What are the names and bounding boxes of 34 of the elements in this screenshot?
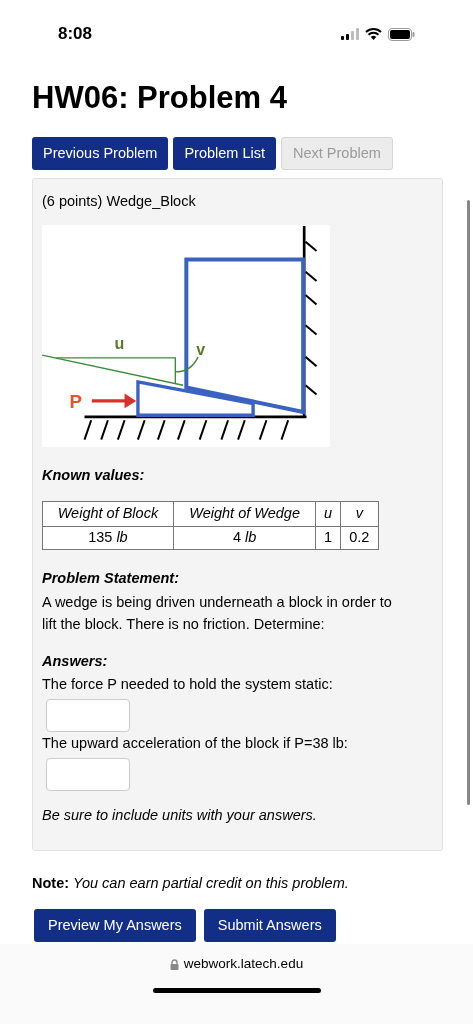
submit-action-button[interactable]: Preview My Answers [34,909,196,942]
table-header-cell: u [315,501,341,526]
table-header-cell: v [340,501,379,526]
table-cell: 4 lb [173,526,316,549]
partial-credit-note: Note: You can earn partial credit on this problem. [32,874,350,894]
table-cell: 1 [315,526,341,549]
arrow-icon [91,393,137,409]
known-values-heading: Known values: [42,465,146,485]
table-cell: 135 lb [42,526,174,549]
statement-heading: Problem Statement: [42,568,180,588]
lock-icon [169,958,179,970]
p-label: P [69,390,82,412]
problem-header: (6 points) Wedge_Block [42,192,197,211]
table-cell: 0.2 [340,526,379,549]
url-text: webwork.latech.edu [183,955,304,973]
u-label: u [114,333,125,352]
answers-heading: Answers: [42,652,109,672]
wifi-icon [365,28,382,40]
table-header-cell: Weight of Wedge [173,501,316,526]
nav-button[interactable]: Previous Problem [32,137,169,170]
question-label: The force P needed to hold the system static: [42,675,334,694]
battery-icon [388,27,415,41]
status-time: 8:08 [58,23,93,46]
table-header-cell: Weight of Block [42,501,174,526]
nav-button[interactable]: Problem List [173,137,277,170]
submit-action-button[interactable]: Submit Answers [203,909,336,942]
signal-icon [341,28,359,40]
problem-statement: A wedge is being driven underneath a block in order to lift the block. There is no friction. Determine: [42,593,393,635]
answer-field[interactable] [46,698,130,732]
v-label: v [196,339,206,358]
units-note: Be sure to include units with your answers. [42,805,318,825]
question-label: The upward acceleration of the block if P=38 lb: [42,733,349,753]
page-title: HW06: Problem 4 [32,79,288,117]
answer-field[interactable] [46,757,130,791]
